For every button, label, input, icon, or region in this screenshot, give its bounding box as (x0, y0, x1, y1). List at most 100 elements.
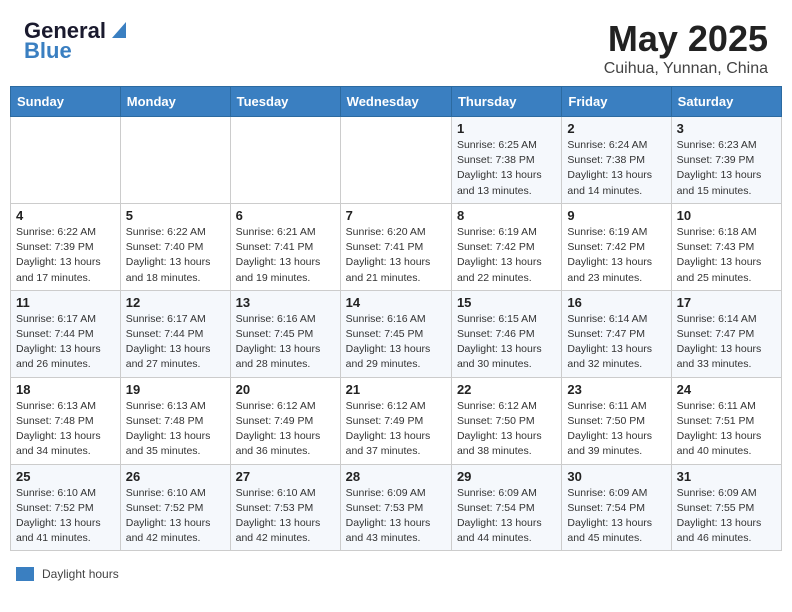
calendar-cell: 18 Sunrise: 6:13 AM Sunset: 7:48 PM Dayli… (11, 377, 121, 464)
calendar-cell: 4 Sunrise: 6:22 AM Sunset: 7:39 PM Daylig… (11, 203, 121, 290)
page-header: General Blue May 2025 Cuihua, Yunnan, Ch… (0, 0, 792, 86)
calendar-cell: 16 Sunrise: 6:14 AM Sunset: 7:47 PM Dayli… (562, 290, 671, 377)
weekday-header: Wednesday (340, 87, 451, 117)
calendar-cell: 2 Sunrise: 6:24 AM Sunset: 7:38 PM Daylig… (562, 117, 671, 204)
calendar-cell (120, 117, 230, 204)
calendar-cell: 29Sunrise: 6:09 AM Sunset: 7:54 PM Dayli… (451, 464, 561, 551)
calendar-cell: 26 Sunrise: 6:10 AM Sunset: 7:52 PM Dayli… (120, 464, 230, 551)
day-number: 22 (457, 382, 556, 397)
logo: General Blue (24, 18, 130, 64)
weekday-header: Sunday (11, 87, 121, 117)
subtitle: Cuihua, Yunnan, China (604, 60, 768, 78)
calendar-cell: 5 Sunrise: 6:22 AM Sunset: 7:40 PM Daylig… (120, 203, 230, 290)
legend-label: Daylight hours (42, 567, 119, 581)
day-info: Sunrise: 6:24 AM Sunset: 7:38 PM Dayligh… (567, 138, 665, 199)
day-info: Sunrise: 6:10 AM Sunset: 7:52 PM Dayligh… (126, 486, 225, 547)
calendar-cell (340, 117, 451, 204)
day-info: Sunrise: 6:13 AM Sunset: 7:48 PM Dayligh… (126, 399, 225, 460)
day-info: Sunrise: 6:16 AM Sunset: 7:45 PM Dayligh… (236, 312, 335, 373)
day-info: Sunrise: 6:19 AM Sunset: 7:42 PM Dayligh… (457, 225, 556, 286)
day-info: Sunrise: 6:19 AM Sunset: 7:42 PM Dayligh… (567, 225, 665, 286)
day-info: Sunrise: 6:14 AM Sunset: 7:47 PM Dayligh… (567, 312, 665, 373)
day-number: 26 (126, 469, 225, 484)
day-info: Sunrise: 6:15 AM Sunset: 7:46 PM Dayligh… (457, 312, 556, 373)
day-number: 15 (457, 295, 556, 310)
calendar-cell (11, 117, 121, 204)
calendar-cell: 12 Sunrise: 6:17 AM Sunset: 7:44 PM Dayli… (120, 290, 230, 377)
calendar-cell: 24 Sunrise: 6:11 AM Sunset: 7:51 PM Dayli… (671, 377, 781, 464)
day-info: Sunrise: 6:12 AM Sunset: 7:49 PM Dayligh… (346, 399, 446, 460)
day-info: Sunrise: 6:25 AM Sunset: 7:38 PM Dayligh… (457, 138, 556, 199)
main-title: May 2025 (604, 18, 768, 60)
day-info: Sunrise: 6:21 AM Sunset: 7:41 PM Dayligh… (236, 225, 335, 286)
day-number: 21 (346, 382, 446, 397)
day-number: 18 (16, 382, 115, 397)
weekday-header: Tuesday (230, 87, 340, 117)
weekday-header: Monday (120, 87, 230, 117)
calendar-cell: 28 Sunrise: 6:09 AM Sunset: 7:53 PM Dayli… (340, 464, 451, 551)
day-info: Sunrise: 6:17 AM Sunset: 7:44 PM Dayligh… (126, 312, 225, 373)
day-number: 24 (677, 382, 776, 397)
day-number: 6 (236, 208, 335, 223)
calendar-cell: 14 Sunrise: 6:16 AM Sunset: 7:45 PM Dayli… (340, 290, 451, 377)
day-number: 28 (346, 469, 446, 484)
calendar-cell: 13Sunrise: 6:16 AM Sunset: 7:45 PM Dayli… (230, 290, 340, 377)
legend-color-box (16, 567, 34, 581)
day-number: 16 (567, 295, 665, 310)
weekday-header: Friday (562, 87, 671, 117)
day-info: Sunrise: 6:14 AM Sunset: 7:47 PM Dayligh… (677, 312, 776, 373)
calendar-cell: 11 Sunrise: 6:17 AM Sunset: 7:44 PM Dayli… (11, 290, 121, 377)
logo-text-blue: Blue (24, 38, 72, 64)
day-number: 30 (567, 469, 665, 484)
day-number: 12 (126, 295, 225, 310)
calendar-cell: 19Sunrise: 6:13 AM Sunset: 7:48 PM Dayli… (120, 377, 230, 464)
day-number: 5 (126, 208, 225, 223)
calendar-cell: 9 Sunrise: 6:19 AM Sunset: 7:42 PM Daylig… (562, 203, 671, 290)
day-info: Sunrise: 6:10 AM Sunset: 7:53 PM Dayligh… (236, 486, 335, 547)
day-info: Sunrise: 6:11 AM Sunset: 7:51 PM Dayligh… (677, 399, 776, 460)
day-number: 25 (16, 469, 115, 484)
calendar-cell: 30 Sunrise: 6:09 AM Sunset: 7:54 PM Dayli… (562, 464, 671, 551)
calendar-header: SundayMondayTuesdayWednesdayThursdayFrid… (11, 87, 782, 117)
calendar-cell: 31 Sunrise: 6:09 AM Sunset: 7:55 PM Dayli… (671, 464, 781, 551)
logo-icon (108, 18, 130, 40)
day-info: Sunrise: 6:16 AM Sunset: 7:45 PM Dayligh… (346, 312, 446, 373)
day-number: 7 (346, 208, 446, 223)
day-number: 14 (346, 295, 446, 310)
calendar-cell: 1 Sunrise: 6:25 AM Sunset: 7:38 PM Daylig… (451, 117, 561, 204)
day-info: Sunrise: 6:13 AM Sunset: 7:48 PM Dayligh… (16, 399, 115, 460)
calendar-wrapper: SundayMondayTuesdayWednesdayThursdayFrid… (0, 86, 792, 561)
calendar-cell: 3Sunrise: 6:23 AM Sunset: 7:39 PM Daylig… (671, 117, 781, 204)
day-number: 10 (677, 208, 776, 223)
calendar-cell: 7Sunrise: 6:20 AM Sunset: 7:41 PM Daylig… (340, 203, 451, 290)
day-info: Sunrise: 6:09 AM Sunset: 7:55 PM Dayligh… (677, 486, 776, 547)
day-number: 9 (567, 208, 665, 223)
calendar-cell: 25Sunrise: 6:10 AM Sunset: 7:52 PM Dayli… (11, 464, 121, 551)
calendar-cell (230, 117, 340, 204)
day-number: 1 (457, 121, 556, 136)
day-info: Sunrise: 6:12 AM Sunset: 7:50 PM Dayligh… (457, 399, 556, 460)
day-number: 31 (677, 469, 776, 484)
day-info: Sunrise: 6:09 AM Sunset: 7:54 PM Dayligh… (567, 486, 665, 547)
calendar-cell: 27Sunrise: 6:10 AM Sunset: 7:53 PM Dayli… (230, 464, 340, 551)
day-number: 3 (677, 121, 776, 136)
day-info: Sunrise: 6:22 AM Sunset: 7:39 PM Dayligh… (16, 225, 115, 286)
calendar-table: SundayMondayTuesdayWednesdayThursdayFrid… (10, 86, 782, 551)
day-info: Sunrise: 6:22 AM Sunset: 7:40 PM Dayligh… (126, 225, 225, 286)
calendar-cell: 15 Sunrise: 6:15 AM Sunset: 7:46 PM Dayli… (451, 290, 561, 377)
calendar-cell: 8Sunrise: 6:19 AM Sunset: 7:42 PM Daylig… (451, 203, 561, 290)
weekday-header: Thursday (451, 87, 561, 117)
calendar-cell: 20Sunrise: 6:12 AM Sunset: 7:49 PM Dayli… (230, 377, 340, 464)
day-info: Sunrise: 6:12 AM Sunset: 7:49 PM Dayligh… (236, 399, 335, 460)
day-number: 23 (567, 382, 665, 397)
day-number: 29 (457, 469, 556, 484)
title-block: May 2025 Cuihua, Yunnan, China (604, 18, 768, 78)
day-info: Sunrise: 6:09 AM Sunset: 7:53 PM Dayligh… (346, 486, 446, 547)
day-info: Sunrise: 6:17 AM Sunset: 7:44 PM Dayligh… (16, 312, 115, 373)
day-number: 4 (16, 208, 115, 223)
calendar-cell: 23 Sunrise: 6:11 AM Sunset: 7:50 PM Dayli… (562, 377, 671, 464)
day-number: 11 (16, 295, 115, 310)
day-number: 2 (567, 121, 665, 136)
day-info: Sunrise: 6:11 AM Sunset: 7:50 PM Dayligh… (567, 399, 665, 460)
legend: Daylight hours (0, 561, 792, 581)
